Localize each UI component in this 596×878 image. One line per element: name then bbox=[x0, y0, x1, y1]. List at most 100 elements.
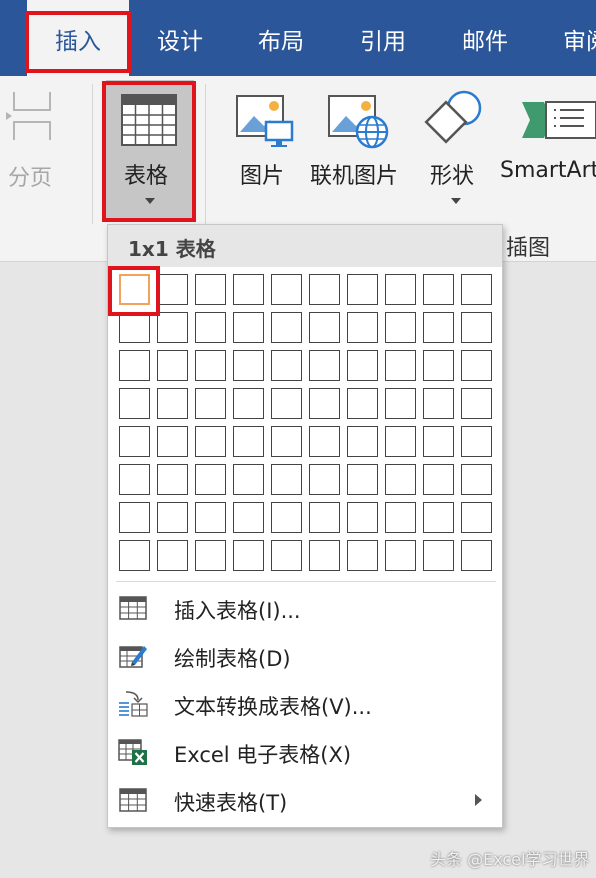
table-grid-cell[interactable] bbox=[347, 274, 378, 305]
menu-item-quick-tables[interactable]: 快速表格(T) bbox=[108, 777, 502, 823]
table-grid-cell[interactable] bbox=[385, 312, 416, 343]
smartart-button[interactable]: SmartArt bbox=[500, 76, 596, 216]
tab-mailings[interactable]: 邮件 bbox=[462, 0, 508, 76]
table-grid-cell[interactable] bbox=[195, 350, 226, 381]
convert-text-to-table-icon bbox=[119, 691, 148, 717]
table-grid-cell[interactable] bbox=[423, 426, 454, 457]
pictures-button[interactable]: 图片 bbox=[226, 76, 302, 216]
table-grid-cell[interactable] bbox=[385, 274, 416, 305]
table-grid-cell[interactable] bbox=[347, 464, 378, 495]
table-grid-cell[interactable] bbox=[271, 464, 302, 495]
table-grid-cell[interactable] bbox=[195, 312, 226, 343]
table-grid-cell[interactable] bbox=[385, 464, 416, 495]
table-grid-cell[interactable] bbox=[309, 274, 340, 305]
table-grid-cell[interactable] bbox=[195, 388, 226, 419]
table-grid-cell[interactable] bbox=[461, 502, 492, 533]
table-grid-cell[interactable] bbox=[423, 464, 454, 495]
online-pictures-button[interactable]: 联机图片 bbox=[308, 76, 406, 216]
table-grid-cell[interactable] bbox=[195, 502, 226, 533]
table-grid-cell[interactable] bbox=[309, 426, 340, 457]
table-grid-cell[interactable] bbox=[119, 388, 150, 419]
table-grid-cell[interactable] bbox=[271, 426, 302, 457]
table-grid-cell[interactable] bbox=[385, 426, 416, 457]
table-grid-cell[interactable] bbox=[157, 502, 188, 533]
table-grid-cell[interactable] bbox=[157, 540, 188, 571]
table-grid-cell[interactable] bbox=[423, 312, 454, 343]
table-grid-cell[interactable] bbox=[119, 312, 150, 343]
table-grid-cell[interactable] bbox=[347, 388, 378, 419]
table-grid-cell[interactable] bbox=[233, 464, 264, 495]
table-grid-cell[interactable] bbox=[195, 464, 226, 495]
tab-layout[interactable]: 布局 bbox=[258, 0, 304, 76]
table-grid-cell[interactable] bbox=[347, 540, 378, 571]
table-grid-cell[interactable] bbox=[233, 502, 264, 533]
menu-item-insert-table[interactable]: 插入表格(I)... bbox=[108, 585, 502, 631]
table-grid-cell[interactable] bbox=[309, 464, 340, 495]
table-grid-cell[interactable] bbox=[461, 540, 492, 571]
menu-divider bbox=[116, 581, 496, 582]
table-grid-cell[interactable] bbox=[157, 312, 188, 343]
table-grid-cell[interactable] bbox=[347, 502, 378, 533]
table-grid-cell[interactable] bbox=[347, 312, 378, 343]
table-grid-cell[interactable] bbox=[423, 350, 454, 381]
table-grid-cell[interactable] bbox=[157, 388, 188, 419]
table-grid-cell[interactable] bbox=[385, 540, 416, 571]
table-grid-cell[interactable] bbox=[195, 274, 226, 305]
table-grid-cell[interactable] bbox=[309, 312, 340, 343]
table-grid-cell[interactable] bbox=[233, 388, 264, 419]
table-grid-cell[interactable] bbox=[385, 350, 416, 381]
table-grid-cell[interactable] bbox=[271, 388, 302, 419]
table-grid-cell[interactable] bbox=[119, 274, 150, 305]
table-grid-cell[interactable] bbox=[233, 312, 264, 343]
menu-item-convert-text-to-table[interactable]: 文本转换成表格(V)... bbox=[108, 681, 502, 727]
table-grid-cell[interactable] bbox=[233, 350, 264, 381]
table-grid-cell[interactable] bbox=[271, 350, 302, 381]
table-grid-cell[interactable] bbox=[423, 540, 454, 571]
table-grid-cell[interactable] bbox=[423, 274, 454, 305]
table-grid-cell[interactable] bbox=[271, 274, 302, 305]
table-grid-cell[interactable] bbox=[271, 540, 302, 571]
table-grid-cell[interactable] bbox=[119, 464, 150, 495]
table-grid-cell[interactable] bbox=[271, 502, 302, 533]
tab-design[interactable]: 设计 bbox=[157, 0, 203, 76]
tab-review[interactable]: 审阅 bbox=[563, 0, 596, 76]
menu-item-draw-table[interactable]: 绘制表格(D) bbox=[108, 633, 502, 679]
page-break-button[interactable]: 分页 bbox=[0, 76, 70, 216]
table-grid-cell[interactable] bbox=[347, 350, 378, 381]
table-grid-cell[interactable] bbox=[195, 426, 226, 457]
tab-insert[interactable]: 插入 bbox=[27, 0, 129, 76]
table-grid-cell[interactable] bbox=[423, 388, 454, 419]
table-grid-cell[interactable] bbox=[119, 502, 150, 533]
shapes-button[interactable]: 形状 bbox=[416, 76, 492, 216]
menu-item-label: Excel 电子表格(X) bbox=[174, 743, 352, 767]
table-grid-cell[interactable] bbox=[233, 426, 264, 457]
table-grid-cell[interactable] bbox=[271, 312, 302, 343]
table-grid-cell[interactable] bbox=[119, 350, 150, 381]
tab-references[interactable]: 引用 bbox=[360, 0, 406, 76]
table-grid-cell[interactable] bbox=[157, 350, 188, 381]
table-dropdown-caret-icon bbox=[145, 198, 155, 204]
table-grid-cell[interactable] bbox=[157, 274, 188, 305]
table-grid-cell[interactable] bbox=[157, 426, 188, 457]
table-grid-cell[interactable] bbox=[461, 350, 492, 381]
table-grid-cell[interactable] bbox=[119, 540, 150, 571]
table-grid-cell[interactable] bbox=[461, 388, 492, 419]
table-grid-cell[interactable] bbox=[461, 312, 492, 343]
table-grid-cell[interactable] bbox=[423, 502, 454, 533]
table-grid-cell[interactable] bbox=[195, 540, 226, 571]
table-grid-cell[interactable] bbox=[157, 464, 188, 495]
table-grid-cell[interactable] bbox=[461, 464, 492, 495]
table-grid-cell[interactable] bbox=[309, 502, 340, 533]
table-grid-cell[interactable] bbox=[309, 388, 340, 419]
table-grid-cell[interactable] bbox=[461, 426, 492, 457]
table-grid-cell[interactable] bbox=[385, 388, 416, 419]
table-grid-cell[interactable] bbox=[233, 274, 264, 305]
table-grid-cell[interactable] bbox=[385, 502, 416, 533]
table-grid-cell[interactable] bbox=[233, 540, 264, 571]
menu-item-excel-spreadsheet[interactable]: Excel 电子表格(X) bbox=[108, 729, 502, 775]
table-grid-cell[interactable] bbox=[347, 426, 378, 457]
table-grid-cell[interactable] bbox=[309, 540, 340, 571]
table-grid-cell[interactable] bbox=[461, 274, 492, 305]
table-grid-cell[interactable] bbox=[119, 426, 150, 457]
table-grid-cell[interactable] bbox=[309, 350, 340, 381]
